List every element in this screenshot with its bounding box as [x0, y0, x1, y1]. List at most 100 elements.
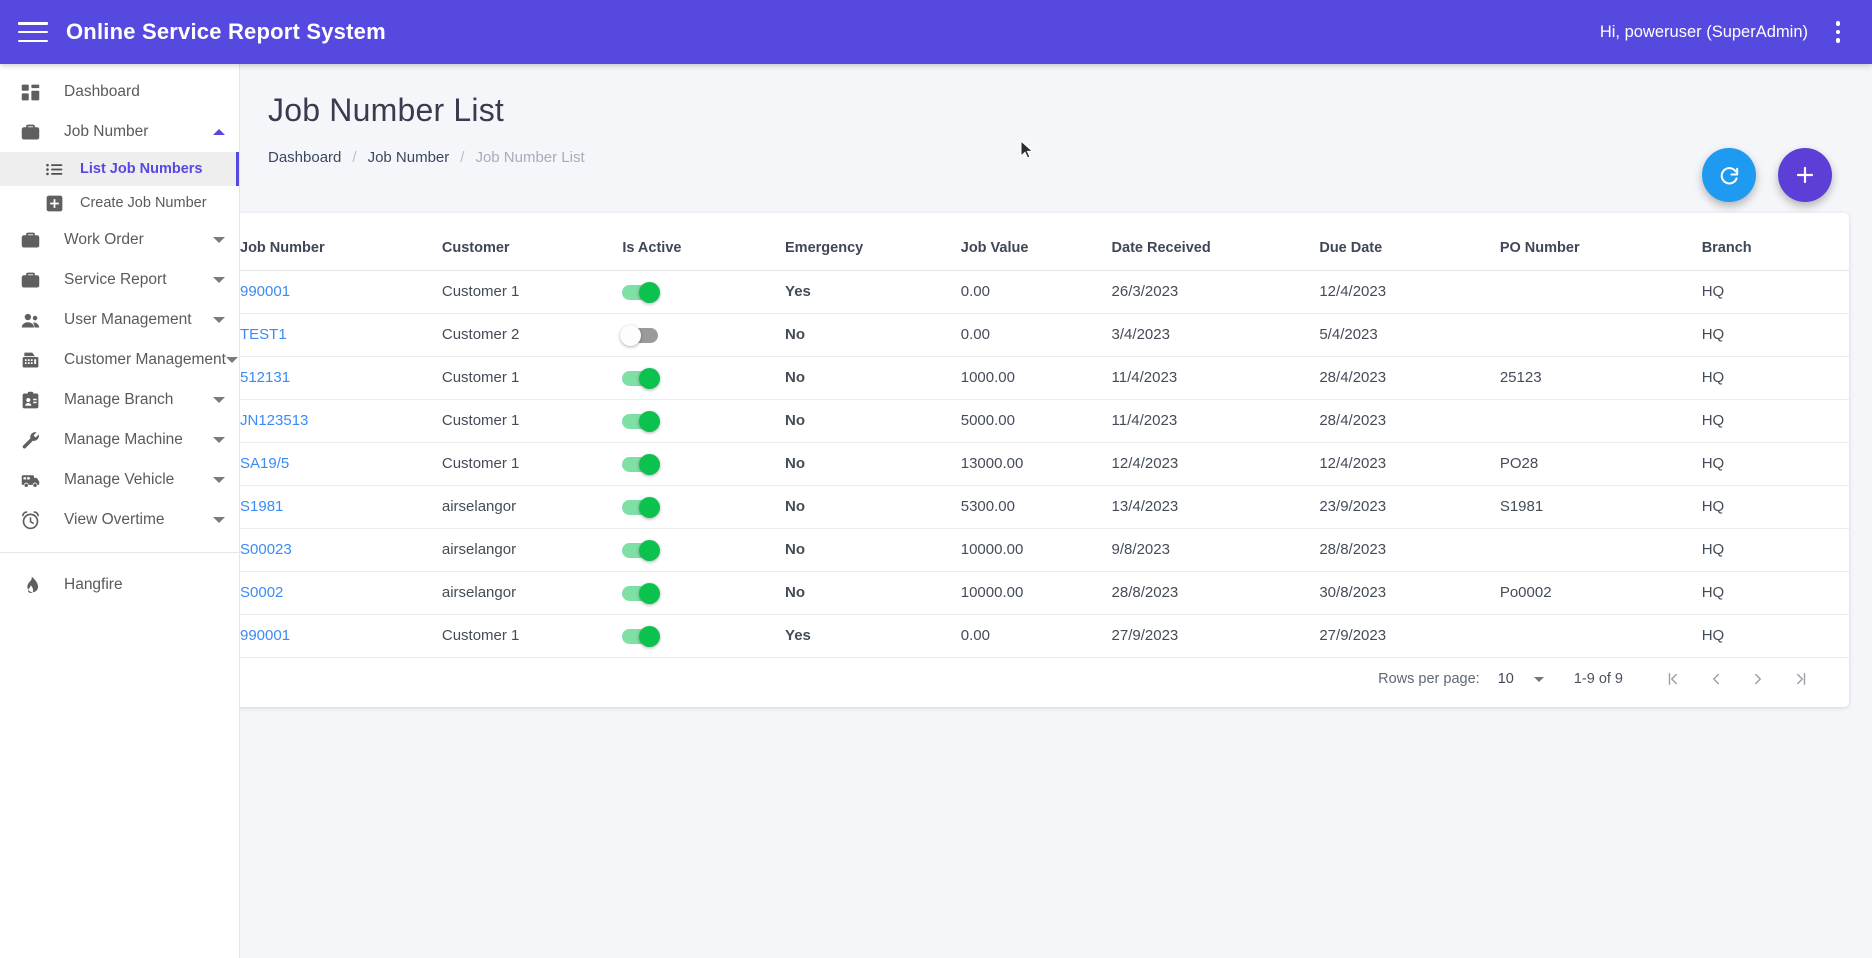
table-row[interactable]: S0002airselangorNo10000.0028/8/202330/8/… — [221, 571, 1849, 614]
cell-job-value: 0.00 — [942, 270, 1093, 313]
cell-branch: HQ — [1683, 528, 1849, 571]
plus-box-icon — [44, 192, 66, 214]
job-number-link[interactable]: SA19/5 — [240, 455, 289, 472]
first-page-icon — [1665, 670, 1683, 688]
cell-po-number — [1481, 270, 1683, 313]
briefcase-icon — [20, 121, 46, 143]
cell-is-active — [603, 485, 766, 528]
column-header-emergency: Emergency — [766, 213, 942, 270]
cell-due-date: 28/4/2023 — [1300, 356, 1480, 399]
table-body: 990001Customer 1Yes0.0026/3/202312/4/202… — [221, 270, 1849, 657]
job-number-link[interactable]: TEST1 — [240, 326, 287, 343]
sidebar-item-manage-branch[interactable]: Manage Branch — [0, 380, 239, 420]
is-active-toggle[interactable] — [622, 414, 658, 429]
table-row[interactable]: S00023airselangorNo10000.009/8/202328/8/… — [221, 528, 1849, 571]
column-header-branch: Branch — [1683, 213, 1849, 270]
cell-customer: airselangor — [423, 485, 603, 528]
cell-due-date: 12/4/2023 — [1300, 270, 1480, 313]
cell-due-date: 28/8/2023 — [1300, 528, 1480, 571]
sidebar-item-service-report[interactable]: Service Report — [0, 260, 239, 300]
pagination-range-label: 1-9 of 9 — [1574, 671, 1623, 687]
sidebar-item-view-overtime[interactable]: View Overtime — [0, 500, 239, 540]
job-number-link[interactable]: 512131 — [240, 369, 290, 386]
sidebar-item-dashboard[interactable]: Dashboard — [0, 72, 239, 112]
cell-job-number: 512131 — [221, 356, 423, 399]
list-icon — [44, 159, 65, 180]
refresh-button[interactable] — [1702, 148, 1756, 202]
job-number-link[interactable]: 990001 — [240, 283, 290, 300]
is-active-toggle[interactable] — [622, 371, 658, 386]
cell-emergency: Yes — [766, 270, 942, 313]
sidebar-item-user-management[interactable]: User Management — [0, 300, 239, 340]
sidebar-item-customer-management[interactable]: Customer Management — [0, 340, 239, 380]
sidebar-item-manage-vehicle[interactable]: Manage Vehicle — [0, 460, 239, 500]
sidebar-item-label: Hangfire — [64, 576, 225, 594]
job-number-link[interactable]: S1981 — [240, 498, 283, 515]
is-active-toggle[interactable] — [622, 500, 658, 515]
toggle-knob — [639, 497, 660, 518]
sidebar-item-label: List Job Numbers — [80, 161, 225, 177]
toggle-knob — [639, 368, 660, 389]
is-active-toggle[interactable] — [622, 457, 658, 472]
previous-page-button[interactable] — [1695, 658, 1737, 700]
badge-icon — [20, 389, 46, 411]
sidebar-item-job-number[interactable]: Job Number — [0, 112, 239, 152]
table-row[interactable]: 990001Customer 1Yes0.0026/3/202312/4/202… — [221, 270, 1849, 313]
breadcrumb-item-job-number[interactable]: Job Number — [368, 149, 450, 166]
cell-date-received: 28/8/2023 — [1093, 571, 1301, 614]
job-number-table: Job NumberCustomerIs ActiveEmergencyJob … — [221, 213, 1849, 658]
sidebar: DashboardJob Number List Job Numbers Creat… — [0, 64, 240, 958]
sidebar-item-create-job-number[interactable]: Create Job Number — [0, 186, 239, 220]
rows-per-page-value: 10 — [1498, 671, 1514, 687]
first-page-button[interactable] — [1653, 658, 1695, 700]
hamburger-icon[interactable] — [18, 20, 48, 44]
kebab-menu-icon[interactable] — [1826, 19, 1850, 45]
sidebar-divider — [0, 552, 239, 553]
cell-job-number: S0002 — [221, 571, 423, 614]
cell-branch: HQ — [1683, 356, 1849, 399]
job-number-link[interactable]: S0002 — [240, 584, 283, 601]
rows-per-page-select[interactable]: 10 — [1498, 671, 1544, 687]
cell-job-number: 990001 — [221, 270, 423, 313]
breadcrumb-item-dashboard[interactable]: Dashboard — [268, 149, 341, 166]
cell-job-number: S00023 — [221, 528, 423, 571]
is-active-toggle[interactable] — [622, 285, 658, 300]
job-number-link[interactable]: 990001 — [240, 627, 290, 644]
cell-emergency: No — [766, 528, 942, 571]
table-row[interactable]: S1981airselangorNo5300.0013/4/202323/9/2… — [221, 485, 1849, 528]
previous-page-icon — [1707, 670, 1725, 688]
table-row[interactable]: JN123513Customer 1No5000.0011/4/202328/4… — [221, 399, 1849, 442]
is-active-toggle[interactable] — [622, 328, 658, 343]
job-number-link[interactable]: S00023 — [240, 541, 292, 558]
is-active-toggle[interactable] — [622, 629, 658, 644]
next-page-button[interactable] — [1737, 658, 1779, 700]
is-active-toggle[interactable] — [622, 586, 658, 601]
list-icon — [44, 158, 66, 180]
cell-job-value: 10000.00 — [942, 528, 1093, 571]
rows-per-page-label: Rows per page: — [1378, 671, 1480, 687]
sidebar-item-list-job-numbers[interactable]: List Job Numbers — [0, 152, 239, 186]
flame-icon — [20, 574, 46, 596]
job-number-link[interactable]: JN123513 — [240, 412, 308, 429]
sidebar-item-hangfire[interactable]: Hangfire — [0, 565, 239, 605]
flame-icon — [20, 575, 41, 596]
add-job-number-button[interactable] — [1778, 148, 1832, 202]
column-header-customer: Customer — [423, 213, 603, 270]
cell-job-number: JN123513 — [221, 399, 423, 442]
table-row[interactable]: SA19/5Customer 1No13000.0012/4/202312/4/… — [221, 442, 1849, 485]
last-page-icon — [1791, 670, 1809, 688]
chevron-down-icon — [213, 277, 225, 283]
table-row[interactable]: TEST1Customer 2No0.003/4/20235/4/2023HQ — [221, 313, 1849, 356]
cell-job-value: 0.00 — [942, 313, 1093, 356]
cell-date-received: 26/3/2023 — [1093, 270, 1301, 313]
toggle-knob — [639, 626, 660, 647]
is-active-toggle[interactable] — [622, 543, 658, 558]
table-row[interactable]: 512131Customer 1No1000.0011/4/202328/4/2… — [221, 356, 1849, 399]
sidebar-item-work-order[interactable]: Work Order — [0, 220, 239, 260]
job-number-table-card: Job NumberCustomerIs ActiveEmergencyJob … — [221, 213, 1849, 707]
people-icon — [20, 309, 46, 331]
cell-emergency: No — [766, 442, 942, 485]
last-page-button[interactable] — [1779, 658, 1821, 700]
sidebar-item-manage-machine[interactable]: Manage Machine — [0, 420, 239, 460]
cell-due-date: 28/4/2023 — [1300, 399, 1480, 442]
